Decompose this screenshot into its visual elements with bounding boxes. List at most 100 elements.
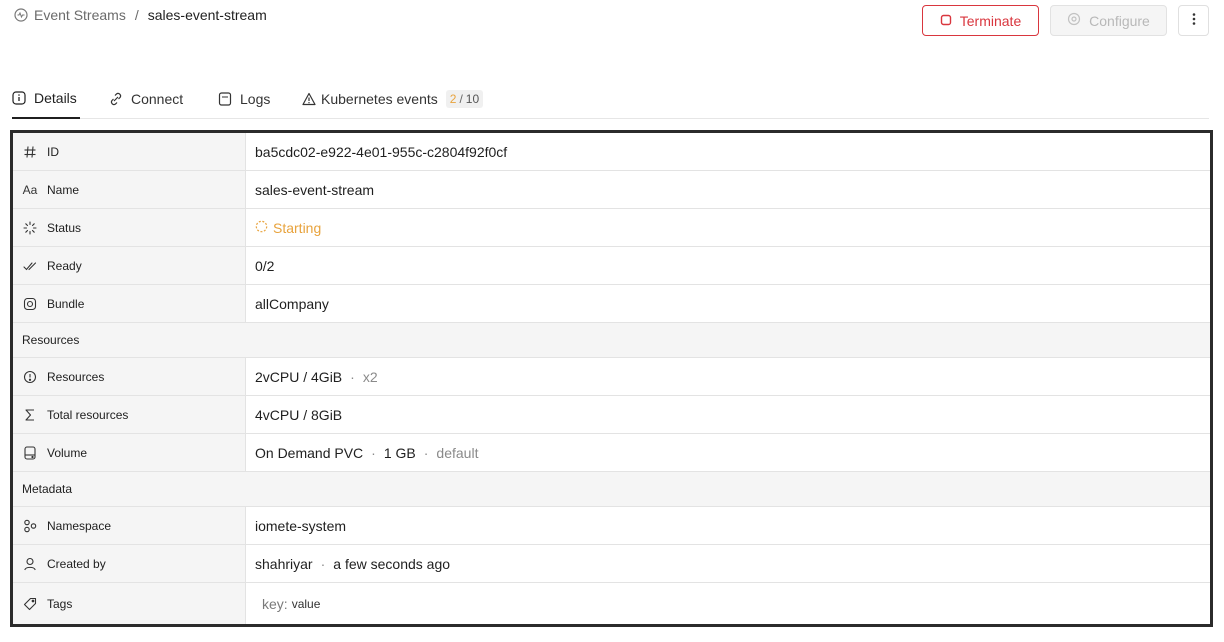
chip-icon bbox=[23, 370, 37, 384]
detail-value: Starting bbox=[246, 209, 1210, 246]
status-badge: Starting bbox=[255, 220, 321, 236]
breadcrumb-separator: / bbox=[134, 7, 139, 23]
breadcrumb: Event Streams / sales-event-stream bbox=[14, 7, 267, 23]
detail-key: Volume bbox=[13, 434, 246, 471]
volume-size: 1 GB bbox=[383, 444, 416, 461]
tag-icon bbox=[23, 597, 37, 611]
detail-row-name: Aa Name sales-event-stream bbox=[13, 171, 1210, 209]
detail-key: Resources bbox=[13, 358, 246, 395]
detail-row-bundle: Bundle allCompany bbox=[13, 285, 1210, 323]
terminate-button-label: Terminate bbox=[959, 12, 1022, 29]
created-time: a few seconds ago bbox=[333, 555, 451, 572]
tab-connect[interactable]: Connect bbox=[109, 78, 183, 119]
detail-row-created-by: Created by shahriyar · a few seconds ago bbox=[13, 545, 1210, 583]
detail-key: Tags bbox=[13, 583, 246, 624]
events-total-count: 10 bbox=[465, 91, 480, 106]
detail-key-label: Name bbox=[47, 182, 80, 197]
tab-bar: Details Connect Logs Kubernetes events 2… bbox=[12, 78, 1209, 119]
detail-key-label: Bundle bbox=[47, 296, 85, 311]
detail-value: shahriyar · a few seconds ago bbox=[246, 545, 1210, 582]
stop-icon bbox=[940, 13, 952, 29]
hash-icon bbox=[23, 145, 37, 159]
detail-row-total-resources: Total resources 4vCPU / 8GiB bbox=[13, 396, 1210, 434]
detail-row-tags: Tags key: value bbox=[13, 583, 1210, 624]
detail-key: Status bbox=[13, 209, 246, 246]
created-by-user: shahriyar bbox=[255, 555, 313, 572]
detail-value: 2vCPU / 4GiB · x2 bbox=[246, 358, 1210, 395]
detail-key: Namespace bbox=[13, 507, 246, 544]
detail-value: ba5cdc02-e922-4e01-955c-c2804f92f0cf bbox=[255, 143, 508, 160]
tab-logs-label: Logs bbox=[240, 90, 271, 107]
tag-key-placeholder: key: bbox=[262, 595, 288, 612]
warning-icon bbox=[302, 92, 316, 106]
detail-row-id: ID ba5cdc02-e922-4e01-955c-c2804f92f0cf bbox=[13, 133, 1210, 171]
tags-editor[interactable]: key: value bbox=[246, 583, 1210, 624]
events-warning-count: 2 bbox=[449, 91, 457, 106]
tab-details[interactable]: Details bbox=[12, 78, 80, 119]
tab-kubernetes-events[interactable]: Kubernetes events 2 / 10 bbox=[302, 78, 484, 119]
resources-multiplier: x2 bbox=[362, 368, 378, 385]
link-icon bbox=[109, 92, 123, 106]
tab-logs[interactable]: Logs bbox=[218, 78, 270, 119]
separator-dot: · bbox=[371, 444, 376, 461]
section-header-resources: Resources bbox=[13, 323, 1210, 358]
detail-key: Bundle bbox=[13, 285, 246, 322]
tab-kubernetes-events-label: Kubernetes events bbox=[321, 90, 438, 107]
detail-key: Created by bbox=[13, 545, 246, 582]
detail-value: 4vCPU / 8GiB bbox=[255, 406, 343, 423]
detail-key-label: Created by bbox=[47, 556, 106, 571]
volume-storage-class: default bbox=[436, 444, 479, 461]
detail-row-ready: Ready 0/2 bbox=[13, 247, 1210, 285]
detail-value: sales-event-stream bbox=[255, 181, 375, 198]
tag-value-placeholder: value bbox=[291, 596, 321, 611]
terminate-button[interactable]: Terminate bbox=[922, 5, 1039, 36]
page-header: Event Streams / sales-event-stream Termi… bbox=[0, 0, 1224, 60]
detail-value: 0/2 bbox=[255, 257, 275, 274]
detail-key: Total resources bbox=[13, 396, 246, 433]
detail-key-label: Total resources bbox=[47, 407, 129, 422]
user-icon bbox=[23, 557, 37, 571]
tab-connect-label: Connect bbox=[131, 90, 184, 107]
detail-row-resources: Resources 2vCPU / 4GiB · x2 bbox=[13, 358, 1210, 396]
detail-row-volume: Volume On Demand PVC · 1 GB · default bbox=[13, 434, 1210, 472]
events-count-separator: / bbox=[459, 91, 463, 106]
more-options-button[interactable] bbox=[1178, 5, 1209, 36]
details-table: ID ba5cdc02-e922-4e01-955c-c2804f92f0cf … bbox=[10, 130, 1213, 627]
breadcrumb-current: sales-event-stream bbox=[147, 7, 267, 23]
detail-key: ID bbox=[13, 133, 246, 170]
detail-key-label: Status bbox=[47, 220, 82, 235]
section-header-metadata: Metadata bbox=[13, 472, 1210, 507]
detail-row-namespace: Namespace iomete-system bbox=[13, 507, 1210, 545]
detail-key-label: Volume bbox=[47, 445, 88, 460]
tab-details-label: Details bbox=[34, 89, 77, 106]
check-check-icon bbox=[23, 259, 37, 273]
detail-key-label: Tags bbox=[47, 596, 73, 611]
gear-icon bbox=[1067, 12, 1081, 29]
namespace-icon bbox=[23, 519, 37, 533]
resources-value: 2vCPU / 4GiB bbox=[255, 368, 343, 385]
more-vertical-icon bbox=[1192, 12, 1196, 29]
detail-key: Aa Name bbox=[13, 171, 246, 208]
sigma-icon bbox=[23, 408, 37, 422]
detail-key-label: Namespace bbox=[47, 518, 112, 533]
loader-icon bbox=[23, 220, 37, 235]
detail-value: allCompany bbox=[255, 295, 329, 312]
detail-key-label: Resources bbox=[47, 369, 105, 384]
log-icon bbox=[218, 91, 232, 106]
text-case-icon: Aa bbox=[22, 182, 38, 197]
event-stream-icon bbox=[14, 8, 28, 22]
bundle-icon bbox=[23, 297, 37, 311]
disk-icon bbox=[23, 445, 37, 460]
detail-value: iomete-system bbox=[255, 517, 347, 534]
spinner-icon bbox=[255, 220, 268, 236]
configure-button[interactable]: Configure bbox=[1050, 5, 1167, 36]
events-count-badge: 2 / 10 bbox=[445, 89, 484, 108]
volume-type: On Demand PVC bbox=[255, 444, 364, 461]
separator-dot: · bbox=[423, 444, 429, 461]
status-text: Starting bbox=[273, 219, 322, 236]
separator-dot: · bbox=[320, 555, 326, 572]
info-icon bbox=[12, 90, 26, 105]
detail-key-label: Ready bbox=[47, 258, 82, 273]
detail-value: On Demand PVC · 1 GB · default bbox=[246, 434, 1210, 471]
breadcrumb-parent-link[interactable]: Event Streams bbox=[34, 7, 126, 23]
